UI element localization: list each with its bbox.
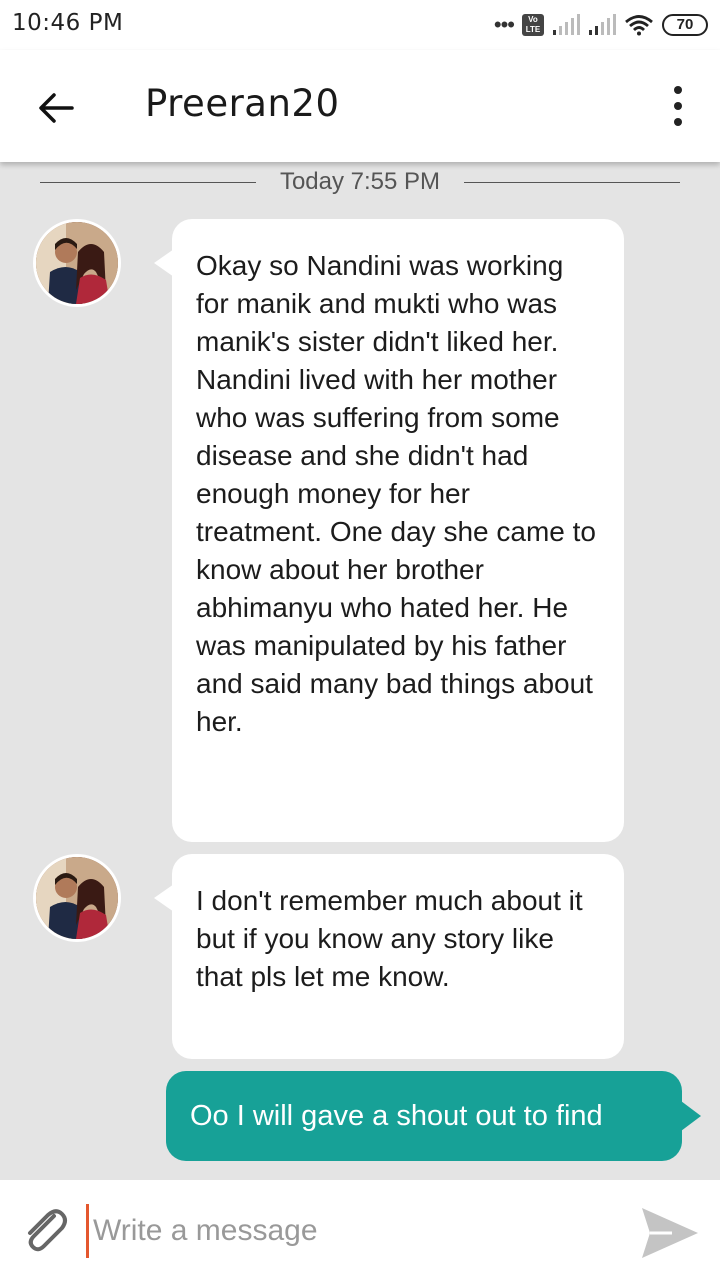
signal-icon bbox=[553, 14, 580, 35]
more-vertical-icon bbox=[674, 86, 682, 94]
volte-icon: Vo LTE bbox=[522, 14, 544, 36]
status-time: 10:46 PM bbox=[12, 10, 124, 36]
incoming-message[interactable]: I don't remember much about it but if yo… bbox=[172, 854, 624, 1059]
bubble-tail bbox=[154, 249, 174, 277]
avatar-photo bbox=[36, 857, 118, 939]
message-input[interactable] bbox=[86, 1204, 626, 1258]
message-composer bbox=[0, 1180, 720, 1280]
avatar[interactable] bbox=[33, 219, 121, 307]
status-bar: 10:46 PM ••• Vo LTE 70 bbox=[0, 0, 720, 50]
more-dots-icon: ••• bbox=[493, 12, 515, 37]
contact-name[interactable]: Preeran20 bbox=[145, 82, 340, 125]
outgoing-message[interactable]: Oo I will gave a shout out to find bbox=[166, 1071, 682, 1161]
message-text: I don't remember much about it but if yo… bbox=[196, 885, 583, 992]
bubble-tail bbox=[681, 1101, 701, 1131]
avatar[interactable] bbox=[33, 854, 121, 942]
back-button[interactable] bbox=[30, 82, 82, 134]
send-icon bbox=[642, 1208, 698, 1258]
arrow-left-icon bbox=[39, 93, 74, 123]
signal-icon bbox=[589, 14, 616, 35]
send-button[interactable] bbox=[638, 1204, 702, 1262]
status-icons: ••• Vo LTE 70 bbox=[494, 12, 708, 38]
paperclip-icon bbox=[28, 1209, 67, 1252]
message-text: Oo I will gave a shout out to find bbox=[190, 1100, 603, 1132]
more-options-button[interactable] bbox=[666, 86, 690, 126]
incoming-message[interactable]: Okay so Nandini was working for manik an… bbox=[172, 219, 624, 842]
battery-icon: 70 bbox=[662, 14, 708, 36]
bubble-tail bbox=[154, 884, 174, 912]
date-divider: Today 7:55 PM bbox=[40, 168, 680, 196]
attach-button[interactable] bbox=[18, 1202, 74, 1258]
message-text: Okay so Nandini was working for manik an… bbox=[196, 250, 596, 737]
avatar-photo bbox=[36, 222, 118, 304]
wifi-icon bbox=[625, 15, 653, 36]
date-label: Today 7:55 PM bbox=[279, 168, 441, 195]
chat-header: Preeran20 bbox=[0, 50, 720, 162]
